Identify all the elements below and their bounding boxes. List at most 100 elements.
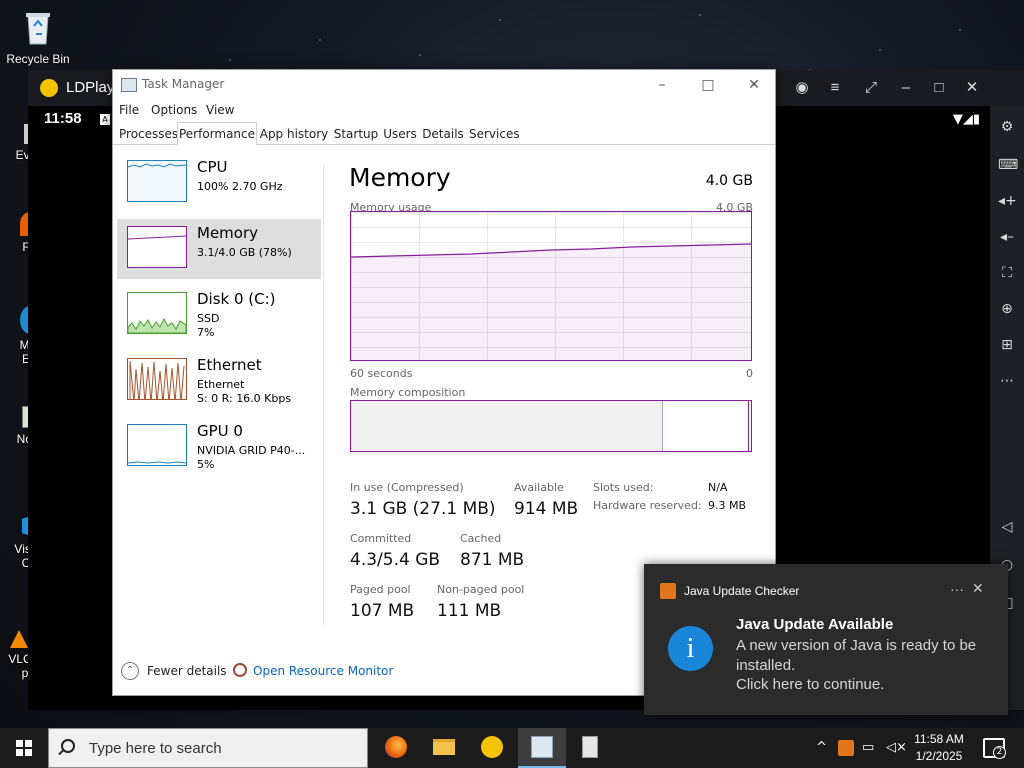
- volume-down-icon[interactable]: ◂–: [998, 228, 1016, 246]
- show-hidden-icons-chevron[interactable]: ^: [816, 740, 827, 755]
- non-paged-pool-value: 111 MB: [437, 601, 502, 621]
- resource-sub: S: 0 R: 16.0 Kbps: [197, 392, 292, 405]
- resource-name: Disk 0 (C:): [197, 290, 276, 308]
- java-update-notification[interactable]: Java Update Checker ··· ✕ i Java Update …: [644, 564, 1008, 715]
- paged-pool-value: 107 MB: [350, 601, 415, 621]
- taskbar-ldplayer[interactable]: [468, 728, 516, 768]
- menu-view[interactable]: View: [206, 103, 234, 117]
- settings-icon[interactable]: ⚙: [998, 118, 1016, 136]
- tab-startup[interactable]: Startup: [333, 125, 379, 145]
- resource-name: GPU 0: [197, 422, 243, 440]
- resource-list: CPU 100% 2.70 GHz Memory 3.1/4.0 GB (78%…: [117, 153, 321, 483]
- menu-bar: File Options View: [113, 100, 775, 122]
- resource-sub: SSD: [197, 312, 220, 325]
- back-icon[interactable]: ◁: [998, 518, 1016, 536]
- maximize-button[interactable]: □: [697, 74, 719, 96]
- detail-total: 4.0 GB: [705, 173, 753, 189]
- tab-details[interactable]: Details: [421, 125, 465, 145]
- document-icon: [582, 736, 598, 758]
- slots-label: Slots used:: [593, 481, 654, 494]
- taskbar-app[interactable]: [566, 728, 614, 768]
- resource-sub: Ethernet: [197, 378, 245, 391]
- notification-center-button[interactable]: 2: [983, 738, 1006, 759]
- tab-performance[interactable]: Performance: [177, 122, 257, 146]
- resource-disk[interactable]: Disk 0 (C:) SSD 7%: [117, 285, 321, 345]
- resource-cpu[interactable]: CPU 100% 2.70 GHz: [117, 153, 321, 213]
- fewer-details-button[interactable]: Fewer details: [147, 664, 227, 678]
- taskbar-firefox[interactable]: [372, 728, 420, 768]
- fullscreen-icon[interactable]: ⛶: [998, 264, 1016, 282]
- search-placeholder: Type here to search: [89, 740, 222, 757]
- keyboard-icon[interactable]: ⌨: [998, 156, 1018, 174]
- start-button[interactable]: [0, 728, 48, 768]
- open-resource-monitor-link[interactable]: Open Resource Monitor: [253, 664, 393, 678]
- in-use-label: In use (Compressed): [350, 481, 464, 494]
- add-icon[interactable]: ⊞: [998, 336, 1016, 354]
- menu-options[interactable]: Options: [151, 103, 197, 117]
- desktop-icon-recycle-bin[interactable]: Recycle Bin: [0, 8, 76, 66]
- hardware-reserved-label: Hardware reserved:: [593, 499, 702, 512]
- tab-users[interactable]: Users: [383, 125, 417, 145]
- more-options-icon[interactable]: ···: [950, 581, 964, 597]
- resource-name: CPU: [197, 158, 228, 176]
- sync-icon[interactable]: ⤢: [861, 78, 881, 98]
- gpu-thumbnail-graph: [127, 424, 187, 466]
- resource-memory[interactable]: Memory 3.1/4.0 GB (78%): [117, 219, 321, 279]
- tab-app-history[interactable]: App history: [259, 125, 329, 145]
- network-icon[interactable]: ▭: [862, 740, 874, 755]
- close-button[interactable]: ✕: [743, 74, 765, 96]
- notification-heading: Java Update Available: [736, 616, 894, 633]
- notification-body: A new version of Java is ready to be ins…: [736, 637, 977, 674]
- disk-thumbnail-graph: [127, 292, 187, 334]
- resource-ethernet[interactable]: Ethernet Ethernet S: 0 R: 16.0 Kbps: [117, 351, 321, 411]
- more-icon[interactable]: ⋯: [998, 372, 1016, 390]
- notification-count-badge: 2: [993, 746, 1006, 759]
- close-notification-icon[interactable]: ✕: [972, 580, 984, 597]
- taskbar-file-explorer[interactable]: [420, 728, 468, 768]
- tab-processes[interactable]: Processes: [119, 125, 178, 145]
- available-label: Available: [514, 481, 564, 494]
- composition-label: Memory composition: [350, 386, 466, 399]
- maximize-icon[interactable]: □: [929, 78, 949, 98]
- window-title: Task Manager: [142, 77, 225, 91]
- non-paged-pool-label: Non-paged pool: [437, 583, 525, 596]
- menu-icon[interactable]: ≡: [825, 78, 845, 98]
- notification-app-name: Java Update Checker: [684, 584, 800, 598]
- wifi-battery-icon: ▼◢▮: [952, 112, 980, 127]
- chevron-up-icon[interactable]: ⌃: [121, 662, 139, 680]
- vlc-icon: [10, 630, 28, 648]
- panel-divider: [323, 165, 324, 625]
- taskbar-clock[interactable]: 11:58 AM 1/2/2025: [904, 731, 974, 765]
- time-axis-left: 60 seconds: [350, 367, 413, 380]
- clock-date: 1/2/2025: [915, 749, 963, 763]
- tab-services[interactable]: Services: [469, 125, 520, 145]
- menu-file[interactable]: File: [119, 103, 139, 117]
- volume-up-icon[interactable]: ◂+: [998, 192, 1017, 210]
- tab-strip: Processes Performance App history Startu…: [113, 122, 775, 146]
- search-box[interactable]: Type here to search: [48, 728, 368, 768]
- cached-value: 871 MB: [460, 550, 525, 570]
- info-icon: i: [668, 626, 713, 671]
- time-axis-right: 0: [746, 367, 753, 380]
- install-apk-icon[interactable]: ⊕: [998, 300, 1016, 318]
- close-icon[interactable]: ✕: [962, 78, 982, 98]
- taskbar: Type here to search ^ ▭ ◁× 11:58 AM 1/2/…: [0, 728, 1024, 768]
- resource-sub: NVIDIA GRID P40-...: [197, 444, 306, 457]
- in-use-value: 3.1 GB (27.1 MB): [350, 499, 496, 519]
- resource-name: Ethernet: [197, 356, 262, 374]
- minimize-button[interactable]: –: [651, 74, 673, 96]
- resource-sub: 5%: [197, 458, 215, 471]
- resource-gpu[interactable]: GPU 0 NVIDIA GRID P40-... 5%: [117, 417, 321, 477]
- committed-label: Committed: [350, 532, 412, 545]
- ethernet-thumbnail-graph: [127, 358, 187, 400]
- recycle-bin-icon: [18, 8, 58, 48]
- paged-pool-label: Paged pool: [350, 583, 411, 596]
- resource-monitor-icon: [233, 663, 247, 677]
- minimize-icon[interactable]: –: [896, 78, 916, 98]
- account-icon[interactable]: ◉: [792, 78, 812, 98]
- taskbar-task-manager[interactable]: [518, 728, 566, 768]
- committed-value: 4.3/5.4 GB: [350, 550, 441, 570]
- composition-standby: [663, 401, 749, 451]
- java-tray-icon[interactable]: [838, 740, 854, 756]
- cached-label: Cached: [460, 532, 502, 545]
